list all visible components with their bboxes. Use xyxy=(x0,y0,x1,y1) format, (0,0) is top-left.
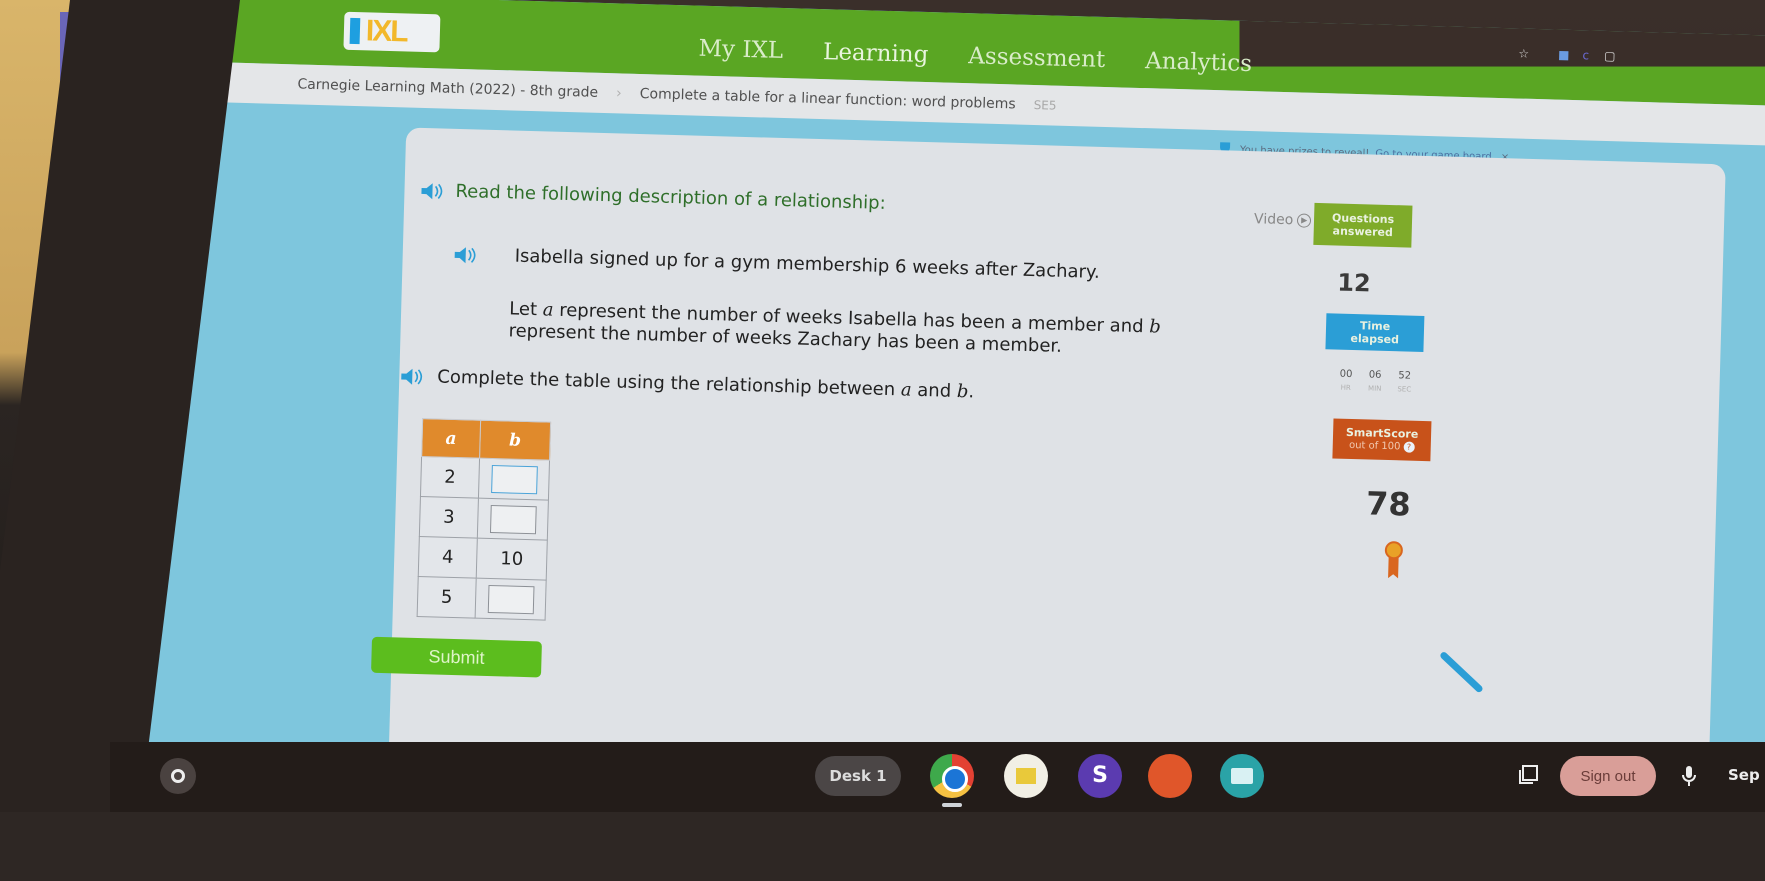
task-text: and xyxy=(911,379,958,402)
table-row: 5 xyxy=(417,576,547,621)
video-label: Video xyxy=(1253,211,1294,229)
questions-answered-value: 12 xyxy=(1336,268,1372,298)
cell-a: 5 xyxy=(417,576,477,619)
c-icon[interactable]: c xyxy=(1579,48,1593,62)
answer-input[interactable] xyxy=(490,464,538,494)
play-icon: ▶ xyxy=(1297,213,1312,228)
definition-text: Let xyxy=(508,298,544,321)
hours-label: HR xyxy=(1340,383,1351,392)
nav-analytics[interactable]: Analytics xyxy=(1145,48,1252,77)
browser-toolbar xyxy=(1239,0,1765,67)
variable-b: b xyxy=(1148,316,1162,338)
hours-value: 00 xyxy=(1339,368,1353,381)
timer-seconds: 52 SEC xyxy=(1397,370,1411,393)
timer-minutes: 06 MIN xyxy=(1368,369,1382,392)
answer-input[interactable] xyxy=(487,584,535,614)
answer-table: a b 2 3 4 10 5 xyxy=(417,418,552,621)
cell-b xyxy=(477,498,549,541)
task-text: . xyxy=(968,381,975,403)
cell-b xyxy=(478,458,550,501)
nav-my-ixl[interactable]: My IXL xyxy=(698,36,783,64)
table-row: 2 xyxy=(420,456,550,501)
answer-input[interactable] xyxy=(489,504,537,534)
table-row: 4 10 xyxy=(418,536,548,581)
timer: 00 HR 06 MIN 52 SEC xyxy=(1339,368,1412,394)
column-header-a: a xyxy=(421,418,481,459)
minutes-label: MIN xyxy=(1367,384,1382,393)
laptop-base xyxy=(0,812,1765,881)
date-display[interactable]: Sep 2 xyxy=(1728,766,1765,784)
pencil-icon[interactable] xyxy=(1439,652,1484,693)
launcher-icon xyxy=(171,769,185,783)
photo-scene: ☆ ■ c ▢ ▭ All Bookmarks IXL My IXL Learn… xyxy=(0,0,1765,881)
seconds-label: SEC xyxy=(1397,385,1412,394)
table-row: 3 xyxy=(419,496,549,541)
active-app-indicator xyxy=(942,803,962,807)
orange-app-icon[interactable] xyxy=(1148,754,1192,798)
launcher-button[interactable] xyxy=(160,758,196,794)
speaker-icon[interactable] xyxy=(419,181,445,200)
minutes-value: 06 xyxy=(1368,369,1382,381)
cell-a: 3 xyxy=(419,496,479,539)
skill-code: SE5 xyxy=(1033,98,1057,113)
chrome-icon[interactable] xyxy=(930,754,974,798)
timer-hours: 00 HR xyxy=(1339,368,1353,392)
logo-bar xyxy=(349,17,361,45)
screenshot-icon[interactable] xyxy=(1517,764,1539,786)
cell-a: 2 xyxy=(420,456,480,499)
smartscore-label: SmartScore out of 100? xyxy=(1332,418,1432,462)
laptop-screen: ☆ ■ c ▢ ▭ All Bookmarks IXL My IXL Learn… xyxy=(118,0,1765,797)
seconds-value: 52 xyxy=(1398,370,1412,382)
cell-b: 10 xyxy=(476,538,548,581)
smartscore-value: 78 xyxy=(1365,484,1412,524)
files-app-icon[interactable] xyxy=(1004,754,1048,798)
practice-card xyxy=(388,127,1726,797)
video-button[interactable]: Video ▶ xyxy=(1254,211,1312,229)
logo-text: IXL xyxy=(365,14,408,49)
cell-b xyxy=(475,578,547,621)
teal-app-icon[interactable] xyxy=(1220,754,1264,798)
ribbon-icon xyxy=(1384,541,1403,579)
time-elapsed-label: Time elapsed xyxy=(1325,313,1425,352)
submit-button[interactable]: Submit xyxy=(371,636,542,678)
desk-button[interactable]: Desk 1 xyxy=(815,756,901,796)
sign-out-button[interactable]: Sign out xyxy=(1560,756,1656,796)
extension-icon[interactable]: ■ xyxy=(1557,48,1571,62)
microphone-icon[interactable] xyxy=(1680,764,1698,788)
help-icon[interactable]: ? xyxy=(1403,441,1415,453)
questions-answered-label: Questions answered xyxy=(1313,202,1413,248)
cell-a: 4 xyxy=(418,536,478,579)
speaker-icon[interactable] xyxy=(452,245,478,264)
speaker-icon[interactable] xyxy=(399,367,425,386)
nav-learning[interactable]: Learning xyxy=(823,39,929,68)
s-app-icon[interactable]: S xyxy=(1078,754,1122,798)
ixl-logo[interactable]: IXL xyxy=(343,11,441,53)
star-icon[interactable]: ☆ xyxy=(1517,46,1531,61)
breadcrumb-separator: › xyxy=(615,85,622,102)
puzzle-icon[interactable]: ▢ xyxy=(1603,49,1617,63)
column-header-b: b xyxy=(479,420,551,461)
smartscore-subtitle: out of 100 xyxy=(1348,439,1401,453)
nav-assessment[interactable]: Assessment xyxy=(968,43,1106,73)
